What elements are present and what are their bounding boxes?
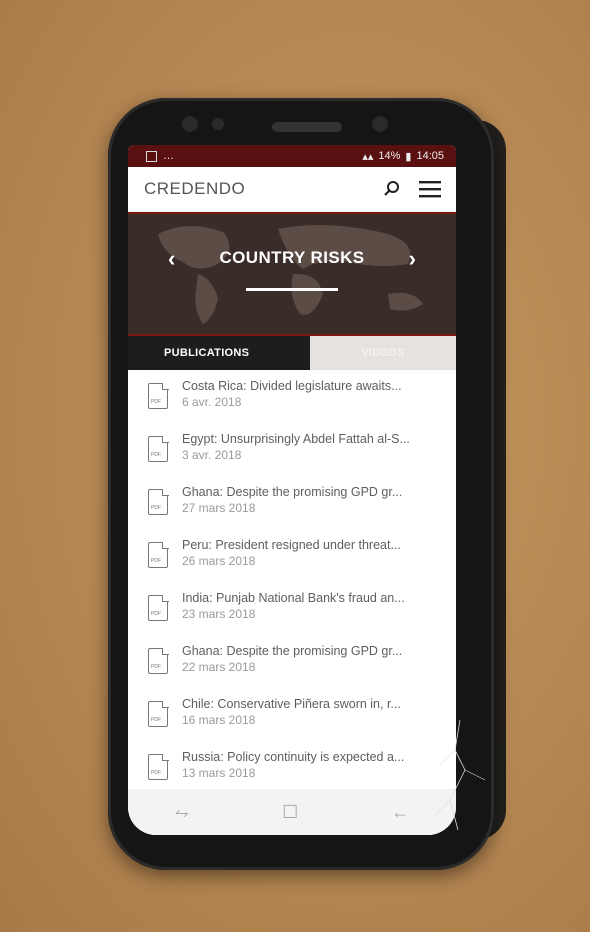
status-bar: … ▴▴ 14% ▮ 14:05 bbox=[128, 145, 456, 167]
pdf-document-icon: PDF bbox=[148, 753, 169, 780]
item-date: 23 mars 2018 bbox=[182, 607, 256, 621]
list-item[interactable]: PDF India: Punjab National Bank's fraud … bbox=[128, 582, 456, 635]
pdf-document-icon: PDF bbox=[148, 541, 169, 568]
app-logo[interactable]: CREDENDO bbox=[144, 179, 245, 199]
pdf-document-icon: PDF bbox=[148, 382, 169, 409]
screen-crack bbox=[434, 720, 486, 830]
list-item[interactable]: PDF Peru: President resigned under threa… bbox=[128, 529, 456, 582]
tab-videos[interactable]: VIDEOS bbox=[310, 336, 456, 370]
list-item[interactable]: PDF Ghana: Despite the promising GPD gr.… bbox=[128, 635, 456, 688]
pdf-document-icon: PDF bbox=[148, 435, 169, 462]
item-date: 13 mars 2018 bbox=[182, 766, 256, 780]
item-title: India: Punjab National Bank's fraud an..… bbox=[182, 591, 405, 605]
chevron-right-icon[interactable]: › bbox=[409, 246, 416, 272]
app-header: CREDENDO bbox=[128, 167, 456, 212]
item-title: Egypt: Unsurprisingly Abdel Fattah al-S.… bbox=[182, 432, 410, 446]
battery-percent: 14% bbox=[378, 150, 401, 162]
list-item[interactable]: PDF Egypt: Unsurprisingly Abdel Fattah a… bbox=[128, 423, 456, 476]
item-title: Russia: Policy continuity is expected a.… bbox=[182, 750, 405, 764]
list-item[interactable]: PDF Costa Rica: Divided legislature awai… bbox=[128, 370, 456, 423]
item-date: 3 avr. 2018 bbox=[182, 448, 242, 462]
pdf-document-icon: PDF bbox=[148, 700, 169, 727]
menu-icon[interactable] bbox=[418, 177, 442, 201]
signal-icon: ▴▴ bbox=[362, 150, 374, 163]
pdf-document-icon: PDF bbox=[148, 594, 169, 621]
publications-list: PDF Costa Rica: Divided legislature awai… bbox=[128, 370, 456, 794]
phone-sensors bbox=[172, 112, 432, 142]
pdf-document-icon: PDF bbox=[148, 647, 169, 674]
banner-title: COUNTRY RISKS bbox=[219, 248, 365, 267]
country-risks-banner: ‹ COUNTRY RISKS › bbox=[128, 212, 456, 336]
item-date: 6 avr. 2018 bbox=[182, 395, 242, 409]
item-title: Ghana: Despite the promising GPD gr... bbox=[182, 644, 403, 658]
banner-underline bbox=[246, 288, 338, 291]
list-item[interactable]: PDF Russia: Policy continuity is expecte… bbox=[128, 741, 456, 794]
list-item[interactable]: PDF Ghana: Despite the promising GPD gr.… bbox=[128, 476, 456, 529]
item-title: Chile: Conservative Piñera sworn in, r..… bbox=[182, 697, 401, 711]
item-title: Ghana: Despite the promising GPD gr... bbox=[182, 485, 403, 499]
recent-apps-icon[interactable]: ⥊ bbox=[175, 802, 189, 823]
home-icon[interactable]: ☐ bbox=[282, 802, 298, 823]
item-date: 16 mars 2018 bbox=[182, 713, 256, 727]
tab-bar: PUBLICATIONS VIDEOS bbox=[128, 336, 456, 370]
item-date: 26 mars 2018 bbox=[182, 554, 256, 568]
list-item[interactable]: PDF Chile: Conservative Piñera sworn in,… bbox=[128, 688, 456, 741]
item-title: Peru: President resigned under threat... bbox=[182, 538, 401, 552]
phone-screen: … ▴▴ 14% ▮ 14:05 CREDENDO ‹ COUNTRY RISK… bbox=[128, 145, 456, 835]
notification-icon bbox=[146, 150, 157, 162]
tab-publications[interactable]: PUBLICATIONS bbox=[128, 336, 310, 370]
search-icon[interactable] bbox=[380, 177, 404, 201]
system-nav-bar: ⥊ ☐ ← bbox=[128, 789, 456, 835]
back-icon[interactable]: ← bbox=[391, 802, 409, 823]
battery-icon: ▮ bbox=[405, 150, 412, 163]
world-map-image bbox=[128, 214, 456, 334]
item-date: 22 mars 2018 bbox=[182, 660, 256, 674]
status-left-text: … bbox=[163, 150, 174, 162]
item-date: 27 mars 2018 bbox=[182, 501, 256, 515]
pdf-document-icon: PDF bbox=[148, 488, 169, 515]
clock: 14:05 bbox=[416, 150, 444, 162]
item-title: Costa Rica: Divided legislature awaits..… bbox=[182, 379, 402, 393]
